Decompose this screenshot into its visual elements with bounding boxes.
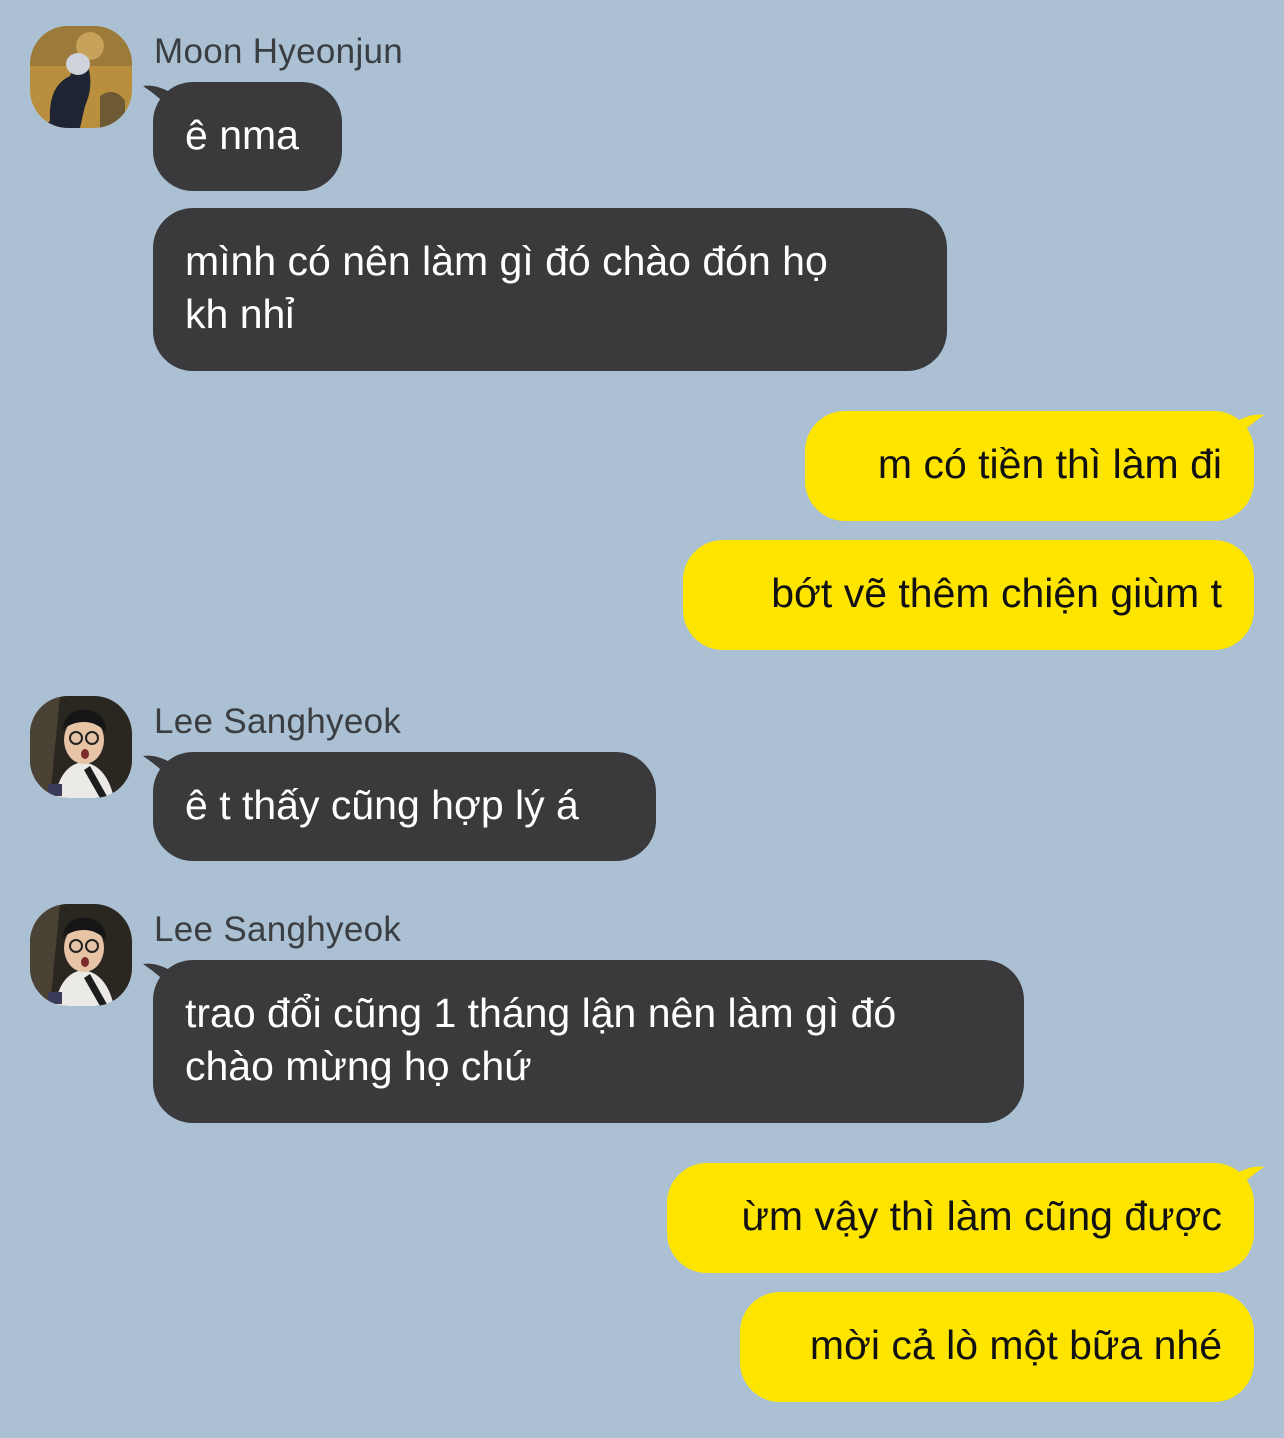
outgoing-message[interactable]: mời cả lò một bữa nhé [740, 1292, 1254, 1402]
message-text: mời cả lò một bữa nhé [809, 1322, 1222, 1368]
message-text: bớt vẽ thêm chiện giùm t [771, 570, 1222, 616]
message-text: ê t thấy cũng hợp lý á [185, 782, 579, 828]
outgoing-message[interactable]: m có tiền thì làm đi [805, 411, 1264, 521]
message-text: ê nma [185, 112, 299, 158]
incoming-message[interactable]: ê t thấy cũng hợp lý á [143, 752, 656, 861]
bubble-tail [143, 963, 173, 990]
message-text: ừm vậy thì làm cũng được [741, 1193, 1222, 1239]
avatar-moon-hyeonjun[interactable] [30, 26, 132, 128]
incoming-message[interactable]: ê nma [143, 82, 342, 191]
sender-name: Lee Sanghyeok [154, 702, 402, 741]
message-text: mình có nên làm gì đó chào đón họ kh nhỉ [185, 238, 828, 337]
avatar-lee-sanghyeok[interactable] [30, 696, 132, 798]
message-text: m có tiền thì làm đi [877, 441, 1222, 487]
outgoing-message[interactable]: bớt vẽ thêm chiện giùm t [683, 540, 1254, 650]
sender-name: Moon Hyeonjun [154, 32, 404, 71]
bubble-tail [1234, 1166, 1264, 1193]
bubble-tail [1234, 414, 1264, 441]
outgoing-message[interactable]: ừm vậy thì làm cũng được [667, 1163, 1264, 1273]
incoming-message[interactable]: trao đổi cũng 1 tháng lận nên làm gì đó … [143, 960, 1024, 1123]
sender-name: Lee Sanghyeok [154, 910, 402, 949]
avatar-lee-sanghyeok[interactable] [30, 904, 132, 1006]
bubble-tail [143, 755, 173, 782]
message-text: trao đổi cũng 1 tháng lận nên làm gì đó … [185, 990, 897, 1089]
incoming-message[interactable]: mình có nên làm gì đó chào đón họ kh nhỉ [153, 208, 947, 371]
bubble-tail [143, 85, 173, 112]
